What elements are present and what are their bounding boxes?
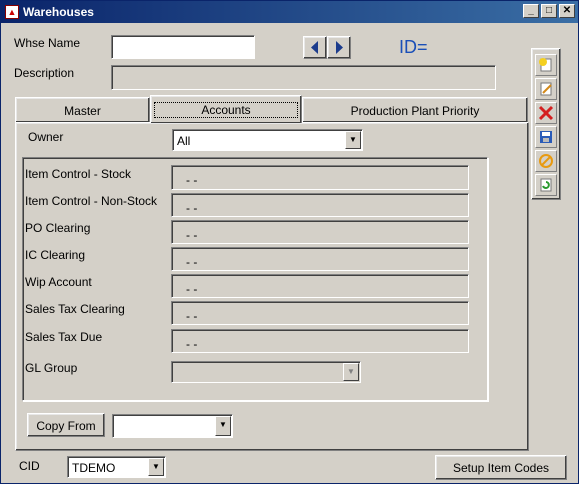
cid-select[interactable]: TDEMO ▼ [67, 456, 166, 478]
whse-name-label: Whse Name [14, 36, 81, 50]
row-label-sales-tax-clearing: Sales Tax Clearing [25, 302, 125, 316]
chevron-left-icon [311, 41, 318, 54]
tab-master[interactable]: Master [15, 97, 150, 123]
close-button[interactable]: ✕ [559, 4, 575, 18]
warehouses-window: ▲ Warehouses _ □ ✕ Whse Name ID= Descrip… [0, 0, 579, 484]
new-record-icon [539, 58, 552, 72]
accounts-group-box: Item Control - Stock - - Item Control - … [22, 157, 488, 401]
account-field-po-clearing[interactable]: - - [171, 220, 469, 244]
row-label-ic-clearing: IC Clearing [25, 248, 86, 262]
chevron-down-icon[interactable]: ▼ [343, 363, 359, 381]
chevron-down-icon[interactable]: ▼ [215, 416, 231, 436]
previous-record-button[interactable] [303, 36, 327, 59]
description-label: Description [14, 66, 75, 80]
window-title: Warehouses [23, 5, 94, 19]
chevron-down-icon[interactable]: ▼ [345, 131, 361, 149]
owner-label: Owner [28, 130, 64, 144]
description-input[interactable] [111, 65, 496, 90]
account-field-item-control-non-stock[interactable]: - - [171, 193, 469, 217]
tab-production-plant-priority[interactable]: Production Plant Priority [302, 97, 528, 123]
refresh-icon [540, 178, 552, 192]
row-label-item-control-stock: Item Control - Stock [25, 167, 132, 181]
chevron-right-icon [336, 41, 343, 54]
save-button[interactable] [535, 126, 557, 148]
cancel-button[interactable] [535, 150, 557, 172]
accounts-tab-panel: Owner All ▼ Item Control - Stock - - Ite… [15, 122, 529, 451]
gl-group-label: GL Group [25, 361, 78, 375]
edit-icon [540, 82, 552, 96]
delete-icon [538, 105, 554, 121]
account-field-ic-clearing[interactable]: - - [171, 247, 469, 271]
whse-name-input[interactable] [111, 35, 255, 59]
account-field-sales-tax-clearing[interactable]: - - [171, 301, 469, 325]
chevron-down-icon[interactable]: ▼ [148, 458, 164, 476]
tab-accounts[interactable]: Accounts [150, 95, 302, 123]
setup-item-codes-button[interactable]: Setup Item Codes [435, 455, 567, 480]
account-field-item-control-stock[interactable]: - - [171, 165, 469, 190]
row-label-po-clearing: PO Clearing [25, 221, 91, 235]
minimize-button[interactable]: _ [523, 4, 539, 18]
owner-select[interactable]: All ▼ [172, 129, 363, 151]
id-label: ID= [399, 37, 428, 57]
record-toolbar [531, 48, 561, 200]
maximize-button[interactable]: □ [541, 4, 557, 18]
edit-button[interactable] [535, 78, 557, 100]
app-icon[interactable]: ▲ [5, 5, 19, 19]
save-icon [540, 131, 552, 143]
refresh-button[interactable] [535, 174, 557, 196]
copy-from-select[interactable]: ▼ [112, 414, 233, 438]
row-label-sales-tax-due: Sales Tax Due [25, 330, 103, 344]
delete-button[interactable] [535, 102, 557, 124]
account-field-wip-account[interactable]: - - [171, 274, 469, 298]
row-label-item-control-non-stock: Item Control - Non-Stock [25, 194, 158, 208]
cid-label: CID [19, 459, 40, 473]
cancel-icon [539, 154, 553, 168]
title-bar[interactable]: ▲ Warehouses _ □ ✕ [1, 1, 578, 23]
next-record-button[interactable] [327, 36, 351, 59]
copy-from-button[interactable]: Copy From [27, 413, 105, 437]
account-field-sales-tax-due[interactable]: - - [171, 329, 469, 353]
row-label-wip-account: Wip Account [25, 275, 92, 289]
gl-group-select[interactable]: ▼ [171, 361, 361, 383]
new-record-button[interactable] [535, 54, 557, 76]
